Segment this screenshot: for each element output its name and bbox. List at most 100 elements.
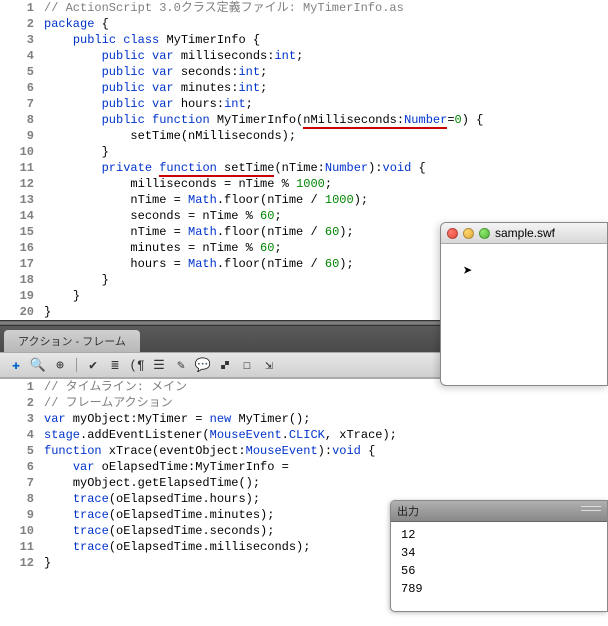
line-number: 2 — [0, 395, 44, 411]
line-number: 4 — [0, 427, 44, 443]
line-number: 5 — [0, 443, 44, 459]
code-text[interactable]: private function setTime(nTime:Number):v… — [44, 160, 608, 176]
code-text[interactable]: stage.addEventListener(MouseEvent.CLICK,… — [44, 427, 608, 443]
code-text[interactable]: public var seconds:int; — [44, 64, 608, 80]
code-text[interactable]: public var minutes:int; — [44, 80, 608, 96]
code-line[interactable]: 5 public var seconds:int; — [0, 64, 608, 80]
code-line[interactable]: 7 public var hours:int; — [0, 96, 608, 112]
code-line[interactable]: 6 public var minutes:int; — [0, 80, 608, 96]
window-traffic-lights — [447, 228, 490, 239]
code-line[interactable]: 5function xTrace(eventObject:MouseEvent)… — [0, 443, 608, 459]
code-text[interactable]: // ActionScript 3.0クラス定義ファイル: MyTimerInf… — [44, 0, 608, 16]
code-line[interactable]: 6 var oElapsedTime:MyTimerInfo = — [0, 459, 608, 475]
paren-icon[interactable]: (¶ — [129, 357, 145, 373]
help-icon[interactable]: 🙾 — [217, 357, 233, 373]
line-number: 14 — [0, 208, 44, 224]
code-line[interactable]: 1// ActionScript 3.0クラス定義ファイル: MyTimerIn… — [0, 0, 608, 16]
line-number: 13 — [0, 192, 44, 208]
line-number: 8 — [0, 112, 44, 128]
check-icon[interactable]: ✔ — [85, 357, 101, 373]
minimize-icon[interactable] — [463, 228, 474, 239]
line-number: 17 — [0, 256, 44, 272]
close-icon[interactable] — [447, 228, 458, 239]
export-icon[interactable]: ⇲ — [261, 357, 277, 373]
swf-stage[interactable]: ➤ — [441, 244, 607, 264]
code-text[interactable]: var myObject:MyTimer = new MyTimer(); — [44, 411, 608, 427]
output-line: 789 — [401, 580, 597, 598]
code-text[interactable]: public function MyTimerInfo(nMillisecond… — [44, 112, 608, 128]
code-text[interactable]: public var milliseconds:int; — [44, 48, 608, 64]
swf-window-title: sample.swf — [495, 226, 555, 240]
line-number: 7 — [0, 96, 44, 112]
comment-icon[interactable]: ☰ — [151, 357, 167, 373]
code-text[interactable]: nTime = Math.floor(nTime / 1000); — [44, 192, 608, 208]
output-panel-title[interactable]: 出力 — [391, 501, 607, 522]
line-number: 18 — [0, 272, 44, 288]
output-panel[interactable]: 出力 123456789 — [390, 500, 608, 612]
code-line[interactable]: 10 } — [0, 144, 608, 160]
line-number: 3 — [0, 32, 44, 48]
line-number: 7 — [0, 475, 44, 491]
line-number: 3 — [0, 411, 44, 427]
code-text[interactable]: setTime(nMilliseconds); — [44, 128, 608, 144]
line-number: 6 — [0, 80, 44, 96]
code-line[interactable]: 3 public class MyTimerInfo { — [0, 32, 608, 48]
code-line[interactable]: 13 nTime = Math.floor(nTime / 1000); — [0, 192, 608, 208]
goto-icon[interactable]: ☐ — [239, 357, 255, 373]
line-number: 12 — [0, 555, 44, 571]
tag-icon[interactable]: ✎ — [173, 357, 189, 373]
code-line[interactable]: 2package { — [0, 16, 608, 32]
code-line[interactable]: 11 private function setTime(nTime:Number… — [0, 160, 608, 176]
line-number: 16 — [0, 240, 44, 256]
swf-window-titlebar[interactable]: sample.swf — [441, 223, 607, 244]
line-number: 19 — [0, 288, 44, 304]
code-text[interactable]: var oElapsedTime:MyTimerInfo = — [44, 459, 608, 475]
line-number: 15 — [0, 224, 44, 240]
code-text[interactable]: // フレームアクション — [44, 395, 608, 411]
line-number: 12 — [0, 176, 44, 192]
output-line: 34 — [401, 544, 597, 562]
code-line[interactable]: 8 public function MyTimerInfo(nMilliseco… — [0, 112, 608, 128]
output-body: 123456789 — [391, 522, 607, 602]
line-number: 6 — [0, 459, 44, 475]
output-line: 12 — [401, 526, 597, 544]
line-number: 9 — [0, 507, 44, 523]
line-number: 1 — [0, 0, 44, 16]
line-number: 11 — [0, 160, 44, 176]
code-line[interactable]: 4 public var milliseconds:int; — [0, 48, 608, 64]
code-line[interactable]: 9 setTime(nMilliseconds); — [0, 128, 608, 144]
line-number: 9 — [0, 128, 44, 144]
code-line[interactable]: 3var myObject:MyTimer = new MyTimer(); — [0, 411, 608, 427]
balloon-icon[interactable]: 💬 — [195, 357, 211, 373]
line-number: 5 — [0, 64, 44, 80]
line-number: 20 — [0, 304, 44, 320]
zoom-icon[interactable] — [479, 228, 490, 239]
swf-preview-window[interactable]: sample.swf ➤ — [440, 222, 608, 386]
code-text[interactable]: public var hours:int; — [44, 96, 608, 112]
code-line[interactable]: 7 myObject.getElapsedTime(); — [0, 475, 608, 491]
search-icon[interactable]: 🔍 — [30, 357, 46, 373]
add-icon[interactable]: ✚ — [8, 357, 24, 373]
line-number: 4 — [0, 48, 44, 64]
output-line: 56 — [401, 562, 597, 580]
code-text[interactable]: function xTrace(eventObject:MouseEvent):… — [44, 443, 608, 459]
code-line[interactable]: 4stage.addEventListener(MouseEvent.CLICK… — [0, 427, 608, 443]
line-number: 2 — [0, 16, 44, 32]
line-number: 11 — [0, 539, 44, 555]
code-text[interactable]: } — [44, 144, 608, 160]
line-number: 8 — [0, 491, 44, 507]
code-text[interactable]: public class MyTimerInfo { — [44, 32, 608, 48]
target-icon[interactable]: ⊕ — [52, 357, 68, 373]
line-number: 10 — [0, 523, 44, 539]
code-line[interactable]: 2// フレームアクション — [0, 395, 608, 411]
mouse-cursor-icon: ➤ — [463, 261, 473, 281]
actions-tab[interactable]: アクション - フレーム — [4, 330, 140, 352]
code-text[interactable]: myObject.getElapsedTime(); — [44, 475, 608, 491]
line-number: 1 — [0, 379, 44, 395]
code-text[interactable]: package { — [44, 16, 608, 32]
code-line[interactable]: 12 milliseconds = nTime % 1000; — [0, 176, 608, 192]
wrap-icon[interactable]: ≣ — [107, 357, 123, 373]
toolbar-separator — [76, 358, 77, 372]
code-text[interactable]: milliseconds = nTime % 1000; — [44, 176, 608, 192]
line-number: 10 — [0, 144, 44, 160]
